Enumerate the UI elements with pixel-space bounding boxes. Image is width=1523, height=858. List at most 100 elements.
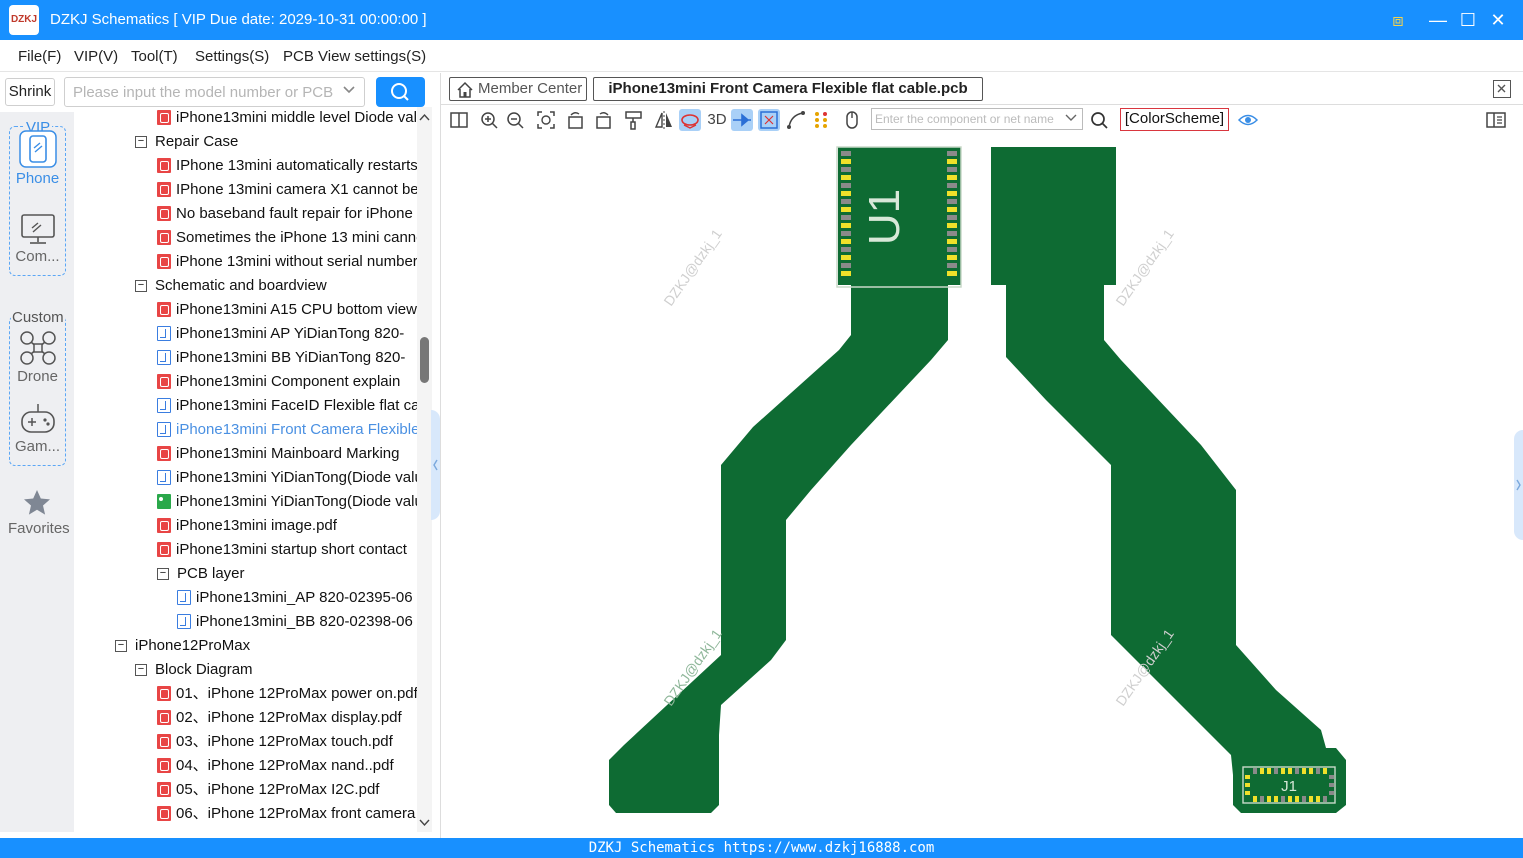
rail-game[interactable]: Gam... — [9, 402, 66, 455]
j1-pad[interactable] — [1267, 796, 1271, 802]
u1-pad[interactable] — [841, 247, 851, 252]
tree-file[interactable]: 06、iPhone 12ProMax front camera — [157, 802, 415, 826]
collapse-icon[interactable]: − — [115, 640, 127, 653]
tree-folder[interactable]: − iPhone12ProMax — [115, 634, 250, 658]
mouse-mode-icon[interactable] — [841, 109, 863, 131]
menu-settings[interactable]: Settings(S) — [195, 48, 269, 65]
j1-pad[interactable] — [1295, 768, 1299, 774]
j1-pad[interactable] — [1281, 768, 1285, 774]
rail-phone[interactable]: Phone — [9, 130, 66, 187]
u1-pad[interactable] — [947, 159, 957, 164]
pcb-canvas[interactable]: U1 J1 DZKJ@dzkj_1 DZKJ@dzkj_1 DZKJ@dzkj_… — [441, 135, 1514, 837]
j1-pad[interactable] — [1253, 796, 1257, 802]
u1-pad[interactable] — [947, 207, 957, 212]
shrink-button[interactable]: Shrink — [5, 78, 55, 106]
u1-pad[interactable] — [947, 167, 957, 172]
j1-pad[interactable] — [1288, 768, 1292, 774]
tree-file[interactable]: iPhone13mini YiDianTong(Diode value — [157, 490, 417, 514]
u1-pad[interactable] — [841, 231, 851, 236]
u1-pad[interactable] — [841, 175, 851, 180]
tree-folder[interactable]: − Block Diagram — [135, 658, 253, 682]
rotate-right-icon[interactable] — [592, 109, 614, 131]
tree-file[interactable]: 02、iPhone 12ProMax display.pdf — [157, 706, 402, 730]
collapse-icon[interactable]: − — [157, 568, 169, 581]
u1-pad[interactable] — [841, 207, 851, 212]
split-view-icon[interactable] — [448, 109, 470, 131]
component-search-input[interactable] — [875, 111, 1063, 127]
u1-pad[interactable] — [841, 191, 851, 196]
j1-pad[interactable] — [1295, 796, 1299, 802]
rail-computer[interactable]: Com... — [9, 212, 66, 265]
tree-file[interactable]: IPhone 13mini camera X1 cannot be — [157, 178, 417, 202]
collapse-icon[interactable]: − — [135, 664, 147, 677]
flip-board-icon[interactable] — [679, 109, 701, 131]
tree-scroll-thumb[interactable] — [420, 337, 429, 383]
u1-pad[interactable] — [841, 151, 851, 156]
j1-pad[interactable] — [1302, 768, 1306, 774]
u1-pad[interactable] — [841, 199, 851, 204]
tab-member-center[interactable]: Member Center — [449, 77, 587, 101]
chevron-down-icon[interactable] — [342, 83, 356, 98]
u1-pad[interactable] — [841, 159, 851, 164]
rotate-left-icon[interactable] — [565, 109, 587, 131]
u1-pad[interactable] — [841, 263, 851, 268]
u1-pad[interactable] — [947, 151, 957, 156]
u1-pad[interactable] — [947, 199, 957, 204]
tree-file[interactable]: iPhone13mini AP YiDianTong 820- — [157, 322, 404, 346]
tree-file[interactable]: iPhone13mini Mainboard Marking — [157, 442, 399, 466]
panel-collapse-handle[interactable] — [431, 410, 440, 520]
menu-pcb-view-settings[interactable]: PCB View settings(S) — [283, 48, 426, 65]
rail-drone[interactable]: Drone — [9, 330, 66, 385]
j1-pad[interactable] — [1329, 791, 1334, 795]
j1-pad[interactable] — [1274, 796, 1278, 802]
right-panel-handle[interactable] — [1514, 430, 1523, 540]
tree-file[interactable]: iPhone13mini middle level Diode value — [157, 107, 417, 130]
u1-pad[interactable] — [947, 271, 957, 276]
maximize-button[interactable]: ☐ — [1456, 8, 1480, 32]
scroll-down-icon[interactable] — [417, 815, 432, 829]
tree-scrollbar[interactable] — [417, 107, 432, 832]
tree-file[interactable]: 04、iPhone 12ProMax nand..pdf — [157, 754, 394, 778]
eye-icon[interactable] — [1237, 109, 1259, 131]
flex-cable-board[interactable]: U1 J1 DZKJ@dzkj_1 DZKJ@dzkj_1 DZKJ@dzkj_… — [441, 135, 1514, 837]
tree-file[interactable]: iPhone13mini YiDianTong(Diode value — [157, 466, 417, 490]
tree-file[interactable]: iPhone13mini BB YiDianTong 820- — [157, 346, 405, 370]
net-highlight-icon[interactable] — [731, 109, 753, 131]
menu-tool[interactable]: Tool(T) — [131, 48, 178, 65]
j1-pad[interactable] — [1245, 775, 1250, 779]
u1-pad[interactable] — [841, 167, 851, 172]
fit-view-icon[interactable] — [535, 109, 557, 131]
tree-file[interactable]: 03、iPhone 12ProMax touch.pdf — [157, 730, 393, 754]
tree-folder[interactable]: − PCB layer — [157, 562, 245, 586]
j1-label[interactable]: J1 — [1281, 778, 1297, 795]
minimize-button[interactable]: — — [1426, 8, 1450, 32]
tree-file[interactable]: iPhone13mini A15 CPU bottom view — [157, 298, 417, 322]
component-search-icon[interactable] — [1088, 109, 1110, 131]
u1-pad[interactable] — [947, 223, 957, 228]
u1-label[interactable]: U1 — [860, 189, 909, 245]
u1-pad[interactable] — [841, 271, 851, 276]
tree-file[interactable]: iPhone 13mini without serial number — [157, 250, 417, 274]
side-panel-icon[interactable] — [1485, 109, 1507, 131]
j1-pad[interactable] — [1281, 796, 1285, 802]
paint-brush-icon[interactable] — [623, 109, 645, 131]
tree-file[interactable]: iPhone13mini FaceID Flexible flat cable — [157, 394, 417, 418]
tree-file[interactable]: No baseband fault repair for iPhone — [157, 202, 413, 226]
tree-file[interactable]: iPhone13mini_AP 820-02395-06 — [177, 586, 413, 610]
u1-pad[interactable] — [947, 183, 957, 188]
tree-file[interactable]: iPhone13mini Front Camera Flexible — [157, 418, 417, 442]
j1-pad[interactable] — [1316, 768, 1320, 774]
j1-pad[interactable] — [1260, 768, 1264, 774]
tree-file[interactable]: iPhone13mini_BB 820-02398-06 — [177, 610, 413, 634]
j1-pad[interactable] — [1309, 796, 1313, 802]
u1-pad[interactable] — [947, 231, 957, 236]
zoom-in-icon[interactable] — [478, 109, 500, 131]
u1-pad[interactable] — [947, 263, 957, 268]
tree-file[interactable]: iPhone13mini Component explain — [157, 370, 400, 394]
measure-line-icon[interactable] — [785, 109, 807, 131]
tree-file[interactable]: 05、iPhone 12ProMax I2C.pdf — [157, 778, 379, 802]
u1-pad[interactable] — [841, 255, 851, 260]
pin-dots-icon[interactable] — [811, 109, 833, 131]
j1-pad[interactable] — [1245, 783, 1250, 787]
u1-pad[interactable] — [841, 223, 851, 228]
